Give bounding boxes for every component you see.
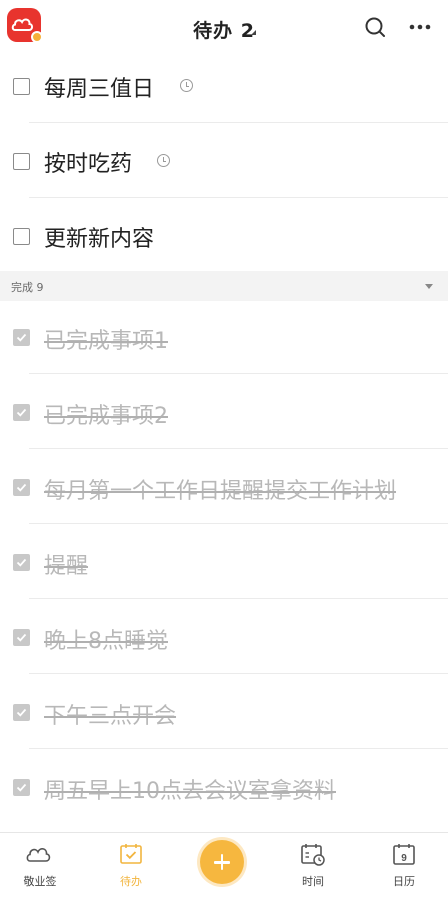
completed-item[interactable]: 已完成事项1 bbox=[0, 299, 448, 374]
completed-item-label: 已完成事项1 bbox=[44, 329, 168, 354]
checked-checkbox[interactable] bbox=[13, 629, 30, 646]
todo-item-label: 按时吃药 bbox=[44, 152, 133, 177]
bottom-tab-bar: 敬业签 待办 时间 9 日历 bbox=[0, 832, 448, 898]
completed-section-label: 完成 9 bbox=[11, 281, 44, 294]
header: 待办 2 bbox=[0, 0, 448, 54]
tab-calendar[interactable]: 9 日历 bbox=[364, 833, 444, 898]
completed-list: 已完成事项1 已完成事项2 每月第一个工作日提醒提交工作计划 提醒 晚上8点睡觉 bbox=[0, 299, 448, 824]
calendar-day-number: 9 bbox=[401, 853, 407, 864]
completed-item[interactable]: 周五早上10点去会议室拿资料 bbox=[0, 749, 448, 824]
cloud-icon bbox=[25, 843, 55, 869]
todo-checkbox[interactable] bbox=[13, 78, 30, 95]
checked-checkbox[interactable] bbox=[13, 779, 30, 796]
completed-item-label: 提醒 bbox=[44, 554, 89, 579]
completed-section-header[interactable]: 完成 9 bbox=[0, 271, 448, 301]
more-dots-icon[interactable] bbox=[406, 14, 434, 40]
completed-item[interactable]: 已完成事项2 bbox=[0, 374, 448, 449]
reminder-clock-icon bbox=[157, 154, 170, 167]
tab-todo[interactable]: 待办 bbox=[91, 833, 171, 898]
completed-item[interactable]: 晚上8点睡觉 bbox=[0, 599, 448, 674]
todo-calendar-check-icon bbox=[119, 843, 143, 869]
calendar-clock-icon bbox=[300, 843, 326, 871]
tab-label: 时间 bbox=[302, 875, 324, 888]
completed-item-label: 每月第一个工作日提醒提交工作计划 bbox=[44, 479, 397, 504]
triangle-down-icon[interactable] bbox=[425, 284, 433, 289]
todo-checkbox[interactable] bbox=[13, 153, 30, 170]
completed-item[interactable]: 每月第一个工作日提醒提交工作计划 bbox=[0, 449, 448, 524]
todo-item-label: 每周三值日 bbox=[44, 77, 155, 102]
tab-label: 待办 bbox=[120, 875, 142, 888]
completed-item-label: 下午三点开会 bbox=[44, 704, 177, 729]
completed-item-label: 周五早上10点去会议室拿资料 bbox=[44, 779, 336, 804]
checked-checkbox[interactable] bbox=[13, 554, 30, 571]
completed-item[interactable]: 提醒 bbox=[0, 524, 448, 599]
reminder-clock-icon bbox=[180, 79, 193, 92]
checked-checkbox[interactable] bbox=[13, 479, 30, 496]
completed-item-label: 已完成事项2 bbox=[44, 404, 168, 429]
calendar-icon: 9 bbox=[392, 843, 416, 871]
tab-time[interactable]: 时间 bbox=[273, 833, 353, 898]
todo-item-label: 更新新内容 bbox=[44, 227, 155, 252]
todo-item[interactable]: 更新新内容 bbox=[0, 198, 448, 273]
checked-checkbox[interactable] bbox=[13, 404, 30, 421]
add-button[interactable] bbox=[200, 840, 244, 884]
tab-label: 日历 bbox=[393, 875, 415, 888]
title-caret-icon[interactable] bbox=[251, 30, 256, 35]
checked-checkbox[interactable] bbox=[13, 704, 30, 721]
tab-jingyeqian[interactable]: 敬业签 bbox=[0, 833, 80, 898]
todo-item[interactable]: 按时吃药 bbox=[0, 123, 448, 198]
completed-item-label: 晚上8点睡觉 bbox=[44, 629, 168, 654]
todo-checkbox[interactable] bbox=[13, 228, 30, 245]
checked-checkbox[interactable] bbox=[13, 329, 30, 346]
todo-item[interactable]: 每周三值日 bbox=[0, 48, 448, 123]
todo-list: 每周三值日 按时吃药 更新新内容 bbox=[0, 48, 448, 273]
search-icon[interactable] bbox=[362, 14, 388, 40]
page-title[interactable]: 待办 2 bbox=[193, 20, 255, 42]
tab-label: 敬业签 bbox=[23, 875, 57, 888]
completed-item[interactable]: 下午三点开会 bbox=[0, 674, 448, 749]
